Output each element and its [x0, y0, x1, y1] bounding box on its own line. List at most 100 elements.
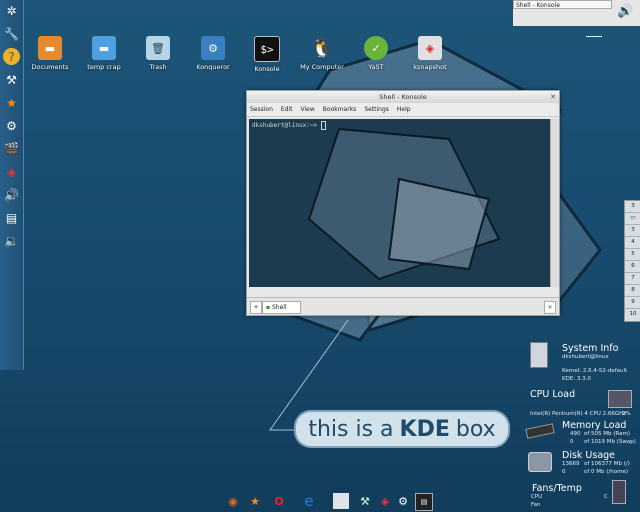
pager-desktop-current[interactable]: ▭ — [625, 213, 640, 225]
memory-ram-used: 490 — [570, 431, 581, 437]
yast-icon: ✓ — [364, 36, 388, 60]
terminal-icon[interactable]: ▤ — [415, 493, 433, 511]
sound-icon[interactable]: 🔊 — [3, 186, 20, 203]
menu-edit[interactable]: Edit — [281, 103, 293, 116]
terminal-icon[interactable]: ▤ — [3, 209, 20, 226]
desktop-icon-label: ksnapshot — [413, 63, 447, 71]
scrollbar[interactable] — [550, 119, 559, 287]
firefox-icon[interactable]: ◉ — [225, 493, 241, 509]
apple-icon[interactable] — [207, 493, 223, 509]
terminal-transparent-background — [307, 127, 501, 281]
separator — [586, 36, 602, 37]
star-icon[interactable]: ★ — [3, 94, 20, 111]
desktop-icon-label: Konqueror — [196, 63, 230, 71]
shell-prompt: dkshubert@linux:~> — [252, 121, 327, 130]
tux-icon: 🐧 — [310, 37, 334, 59]
memory-swap-text: of 1019 Mb (Swap) — [584, 439, 636, 445]
desktop-icon-my-computer[interactable]: 🐧 My Computer — [294, 36, 350, 72]
menu-help[interactable]: Help — [397, 103, 411, 116]
pager-desktop[interactable]: 8 — [625, 285, 640, 297]
pager-desktop[interactable]: 4 — [625, 237, 640, 249]
window-title: Shell - Konsole — [379, 93, 427, 101]
internet-explorer-icon[interactable]: e — [301, 492, 317, 510]
gear-icon[interactable]: ⚙ — [395, 493, 411, 509]
desktop-icon-ksnapshot[interactable]: ◈ ksnapshot — [402, 36, 458, 71]
pager-desktop[interactable]: 3 — [625, 201, 640, 213]
disk-usage-title: Disk Usage — [562, 450, 616, 461]
desktop-icon-label: Trash — [149, 63, 167, 71]
desktop-icon-konsole[interactable]: $> Konsole — [239, 36, 295, 73]
tools-icon[interactable]: ⚒ — [357, 493, 373, 509]
menu-settings[interactable]: Settings — [364, 103, 389, 116]
system-info-kernel: Kernel: 2.6.4-52-default — [562, 368, 628, 374]
desktop-icon-temp-crap[interactable]: ▬ temp crap — [76, 36, 132, 71]
cpu-chip-icon — [608, 390, 632, 408]
new-tab-icon[interactable]: + — [250, 301, 262, 314]
desktop-icon-trash[interactable]: 🗑 Trash — [130, 36, 186, 71]
desktop-icon-label: Konsole — [254, 65, 280, 73]
close-icon[interactable]: ✕ — [550, 91, 556, 103]
desktop-icon-label: Documents — [31, 63, 69, 71]
desktop-icon-label: My Computer — [300, 63, 344, 71]
snapshot-icon[interactable]: ◈ — [377, 493, 393, 509]
konqueror-icon: ⚙ — [201, 36, 225, 60]
system-info-user: dkshubert@linux — [562, 354, 609, 360]
kde-menu-icon[interactable]: ✲ — [3, 2, 20, 19]
tools-icon[interactable]: ⚒ — [3, 71, 20, 88]
folder-icon: ▬ — [92, 36, 116, 60]
disk-root-text: of 106377 Mb (/) — [584, 461, 630, 467]
pager-desktop[interactable]: 7 — [625, 273, 640, 285]
left-panel: ✲ 🔧 ? ⚒ ★ ⚙ 🎬 ◈ 🔊 ▤ 🔉 — [0, 0, 24, 370]
desktop-icon-yast[interactable]: ✓ YaST — [348, 36, 404, 71]
menu-session[interactable]: Session — [250, 103, 273, 116]
volume-icon[interactable]: 🔉 — [3, 232, 20, 249]
trash-icon: 🗑 — [146, 36, 170, 60]
disk-home-text: of 0 Mb (/home) — [584, 469, 629, 475]
speaker-icon[interactable]: 🔊 — [617, 4, 633, 19]
fans-unit: C — [604, 494, 608, 500]
fans-temp-title: Fans/Temp — [532, 483, 582, 494]
disk-home-used: 0 — [562, 469, 566, 475]
system-info-title: System Info — [562, 343, 619, 354]
wrench-icon[interactable]: 🔧 — [3, 25, 20, 42]
desktop-icon-label: temp crap — [87, 63, 121, 71]
star-icon[interactable]: ★ — [247, 493, 263, 509]
konsole-window[interactable]: Shell - Konsole ✕ Session Edit View Book… — [246, 90, 560, 316]
cpu-model: Intel(R) Pentium(R) 4 CPU 2.66GHz — [530, 411, 627, 417]
banner-text: this is a — [308, 416, 394, 442]
desktop-icon-documents[interactable]: ▬ Documents — [22, 36, 78, 71]
tab-shell[interactable]: ▪ Shell — [262, 301, 301, 314]
menu-bookmarks[interactable]: Bookmarks — [323, 103, 357, 116]
tab-bar: + ▪ Shell ✕ — [247, 297, 559, 315]
finder-icon[interactable] — [333, 493, 349, 509]
tab-label: Shell — [272, 304, 287, 311]
thermometer-icon — [612, 480, 626, 504]
menubar: Session Edit View Bookmarks Settings Hel… — [247, 103, 559, 117]
pager-desktop[interactable]: 6 — [625, 261, 640, 273]
banner-text: box — [455, 416, 496, 442]
snapshot-icon[interactable]: ◈ — [3, 163, 20, 180]
konsole-icon: $> — [254, 36, 280, 62]
desktop-icon-konqueror[interactable]: ⚙ Konqueror — [185, 36, 241, 71]
pager-desktop[interactable]: 10 — [625, 309, 640, 320]
computer-tower-icon — [530, 342, 548, 368]
film-icon[interactable]: 🎬 — [3, 140, 20, 157]
help-icon[interactable]: ? — [3, 48, 20, 65]
pager-desktop[interactable]: 5 — [625, 249, 640, 261]
globe-icon[interactable]: ⚙ — [3, 117, 20, 134]
menu-view[interactable]: View — [301, 103, 315, 116]
taskbar-button-konsole[interactable]: Shell - Konsole — [513, 0, 612, 9]
window-titlebar[interactable]: Shell - Konsole ✕ — [247, 91, 559, 103]
fans-fan-label: Fan — [531, 502, 541, 508]
bottom-panel: ◉ ★ O e ⚒ ◈ ⚙ ▤ — [205, 490, 435, 512]
opera-icon[interactable]: O — [271, 493, 287, 509]
kde-box-banner: this is a KDE box — [294, 410, 510, 448]
terminal-area[interactable]: dkshubert@linux:~> — [249, 119, 551, 287]
desktop-pager: 3 ▭ 3 4 5 6 7 8 9 10 — [624, 200, 640, 322]
pager-desktop[interactable]: 9 — [625, 297, 640, 309]
memory-swap-used: 0 — [570, 439, 574, 445]
pager-desktop[interactable]: 3 — [625, 225, 640, 237]
disk-root-used: 13669 — [562, 461, 580, 467]
hard-disk-icon — [528, 452, 552, 472]
close-tab-icon[interactable]: ✕ — [544, 301, 556, 314]
